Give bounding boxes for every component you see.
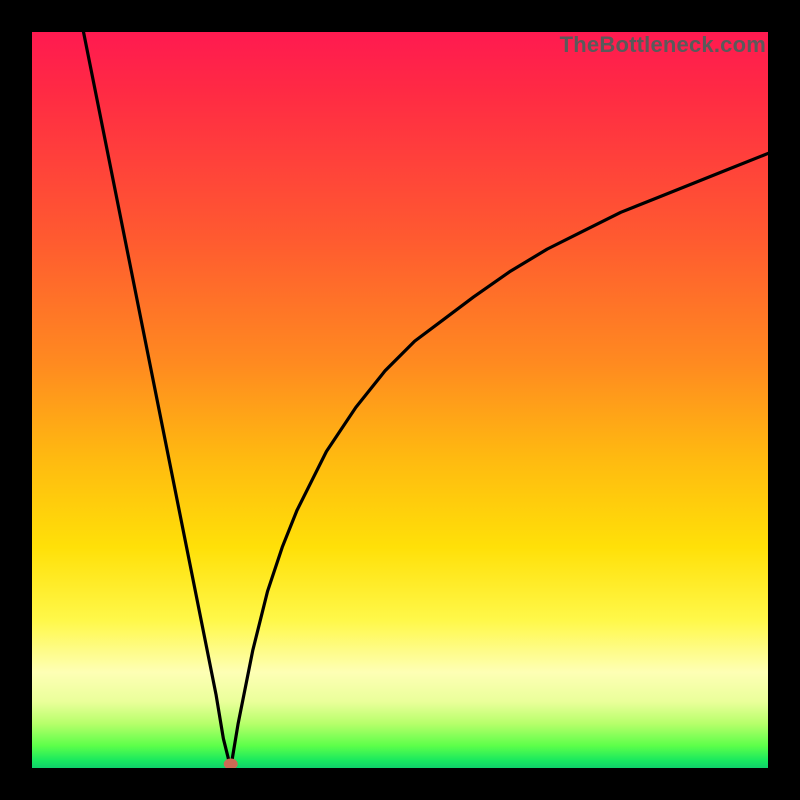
chart-frame: TheBottleneck.com: [0, 0, 800, 800]
curve-left-branch: [84, 32, 231, 768]
vertex-marker: [224, 759, 238, 769]
curve-right-branch: [231, 153, 768, 768]
curve-layer: [32, 32, 768, 768]
plot-area: TheBottleneck.com: [32, 32, 768, 768]
